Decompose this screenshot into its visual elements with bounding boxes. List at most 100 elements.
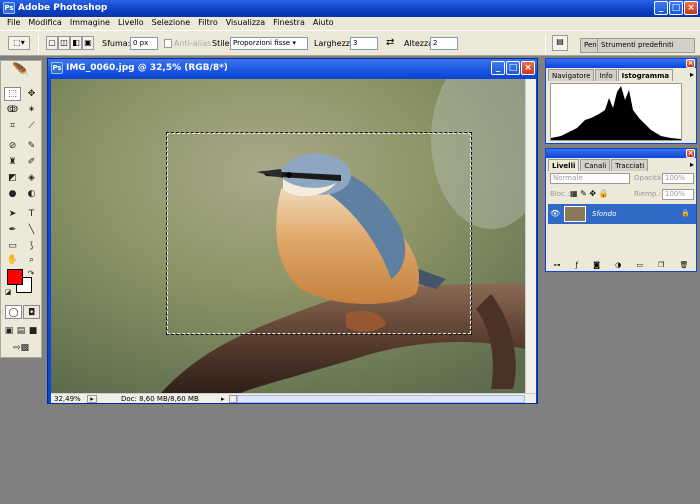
maximize-button[interactable]: □ — [669, 1, 683, 15]
trash-icon[interactable]: 🗑 — [679, 261, 688, 271]
folder-icon[interactable]: ▭ — [636, 261, 643, 271]
tool-presets-label[interactable]: Strumenti predefiniti — [597, 38, 695, 53]
subtract-selection-icon[interactable]: ◧ — [70, 36, 82, 50]
blur-tool-icon[interactable]: ● — [4, 187, 21, 201]
status-arrow-icon[interactable]: ▸ — [221, 395, 225, 403]
zoom-tool-icon[interactable]: ⌕ — [23, 253, 40, 267]
vertical-scrollbar[interactable] — [525, 79, 536, 393]
clone-stamp-icon[interactable]: ♜ — [4, 155, 21, 169]
lock-icon: 🔒 — [681, 209, 690, 217]
screen-mode-full-menu-icon[interactable]: ▤ — [15, 324, 27, 338]
foreground-color-swatch[interactable] — [7, 269, 23, 285]
menu-aiuto[interactable]: Aiuto — [309, 17, 338, 30]
tab-livelli[interactable]: Livelli — [548, 159, 580, 171]
layer-row[interactable]: 👁 Sfondo 🔒 — [548, 204, 696, 224]
path-selection-icon[interactable]: ➤ — [4, 207, 21, 221]
quickmask-mode-icon[interactable]: ◘ — [23, 305, 40, 319]
app-title: Adobe Photoshop — [18, 3, 108, 13]
close-button[interactable]: × — [684, 1, 698, 15]
new-selection-icon[interactable]: ▢ — [46, 36, 58, 50]
notes-tool-icon[interactable]: ▭ — [4, 239, 21, 253]
document-title: IMG_0060.jpg @ 32,5% (RGB/8*) — [66, 63, 228, 73]
type-tool-icon[interactable]: T — [23, 207, 40, 221]
layers-menu-icon[interactable]: ▸ — [690, 160, 694, 169]
panel-menu-icon[interactable]: ▸ — [690, 70, 694, 79]
eraser-tool-icon[interactable]: ◩ — [4, 171, 21, 185]
selection-marquee[interactable] — [166, 132, 472, 335]
screen-mode-standard-icon[interactable]: ▣ — [3, 324, 15, 338]
document-minimize-button[interactable]: _ — [491, 61, 505, 75]
menu-immagine[interactable]: Immagine — [66, 17, 114, 30]
link-icon[interactable]: ⊶ — [554, 261, 561, 271]
mask-icon[interactable]: ◙ — [593, 261, 600, 271]
antialias-label: Anti-alias — [174, 39, 212, 48]
opacity-input[interactable]: 100% — [662, 173, 694, 184]
swap-colors-icon[interactable]: ↷ — [26, 267, 36, 281]
swap-icon[interactable]: ⇄ — [386, 37, 394, 48]
style-select[interactable]: Proporzioni fisse ▾ — [230, 37, 308, 50]
jump-to-imageready-icon[interactable]: ⇨▩ — [5, 341, 37, 355]
fill-input[interactable]: 100% — [662, 189, 694, 200]
menu-filtro[interactable]: Filtro — [194, 17, 222, 30]
eyedropper-icon[interactable]: ⟆ — [23, 239, 40, 253]
height-input[interactable]: 2 — [430, 37, 458, 50]
histogram-graph — [551, 86, 681, 140]
default-colors-icon[interactable]: ◪ — [3, 285, 13, 299]
tab-info[interactable]: Info — [595, 69, 617, 81]
image-canvas[interactable] — [51, 79, 525, 393]
scroll-left-button[interactable] — [229, 395, 237, 403]
menu-finestra[interactable]: Finestra — [269, 17, 309, 30]
status-menu-icon[interactable]: ▸ — [87, 395, 97, 403]
menu-modifica[interactable]: Modifica — [24, 17, 65, 30]
menu-visualizza[interactable]: Visualizza — [222, 17, 269, 30]
marquee-tool-icon[interactable]: ⬚ — [4, 87, 21, 101]
eye-icon[interactable]: 👁 — [550, 209, 560, 218]
magic-wand-icon[interactable]: ✶ — [23, 103, 40, 117]
healing-brush-icon[interactable]: ⊘ — [4, 139, 21, 153]
slice-tool-icon[interactable]: ⟋ — [23, 119, 40, 133]
lock-icons[interactable]: ▦ ✎ ✥ 🔒 — [570, 189, 609, 198]
pen-tool-icon[interactable]: ✒ — [4, 223, 21, 237]
tab-tracciati[interactable]: Tracciati — [611, 159, 649, 171]
brush-tool-icon[interactable]: ✎ — [23, 139, 40, 153]
tab-istogramma[interactable]: Istogramma — [617, 69, 674, 81]
marquee-preset-icon[interactable]: ⬚▾ — [8, 36, 30, 50]
menu-file[interactable]: File — [3, 17, 24, 30]
feather-input[interactable]: 0 px — [130, 37, 158, 50]
width-input[interactable]: 3 — [350, 37, 378, 50]
standard-mode-icon[interactable]: ◯ — [5, 305, 22, 319]
zoom-level[interactable]: 32,49% — [54, 395, 81, 403]
new-layer-icon[interactable]: ❐ — [658, 261, 664, 271]
document-close-button[interactable]: × — [521, 61, 535, 75]
line-tool-icon[interactable]: ╲ — [23, 223, 40, 237]
navigator-tabs: Navigatore Info Istogramma — [548, 69, 674, 81]
adjustment-icon[interactable]: ◑ — [615, 261, 621, 271]
horizontal-scrollbar[interactable] — [237, 395, 525, 403]
palette-well-icon[interactable]: ▤ — [552, 35, 568, 51]
style-value: Proporzioni fisse — [233, 39, 291, 47]
screen-mode-full-icon[interactable]: ■ — [27, 324, 39, 338]
paint-bucket-icon[interactable]: ◈ — [23, 171, 40, 185]
blend-mode-select[interactable]: Normale — [550, 173, 630, 184]
move-tool-icon[interactable]: ✥ — [23, 87, 40, 101]
minimize-button[interactable]: _ — [654, 1, 668, 15]
tab-navigatore[interactable]: Navigatore — [548, 69, 595, 81]
dodge-tool-icon[interactable]: ◐ — [23, 187, 40, 201]
tab-canali[interactable]: Canali — [580, 159, 611, 171]
antialias-checkbox[interactable] — [164, 39, 172, 48]
history-brush-icon[interactable]: ✐ — [23, 155, 40, 169]
menu-bar: File Modifica Immagine Livello Selezione… — [0, 17, 700, 30]
menu-livello[interactable]: Livello — [114, 17, 148, 30]
navigator-close-button[interactable]: × — [686, 59, 695, 68]
menu-selezione[interactable]: Selezione — [148, 17, 194, 30]
layer-style-icon[interactable]: ƒ — [576, 261, 578, 271]
opacity-label: Opacità: — [634, 174, 664, 182]
intersect-selection-icon[interactable]: ▣ — [82, 36, 94, 50]
add-selection-icon[interactable]: ◫ — [58, 36, 70, 50]
lasso-tool-icon[interactable]: ↂ — [4, 103, 21, 117]
document-maximize-button[interactable]: □ — [506, 61, 520, 75]
crop-tool-icon[interactable]: ⌗ — [4, 119, 21, 133]
layers-close-button[interactable]: × — [686, 149, 695, 158]
hand-tool-icon[interactable]: ✋ — [4, 253, 21, 267]
document-window: Ps IMG_0060.jpg @ 32,5% (RGB/8*) _ □ × 3… — [47, 58, 538, 404]
